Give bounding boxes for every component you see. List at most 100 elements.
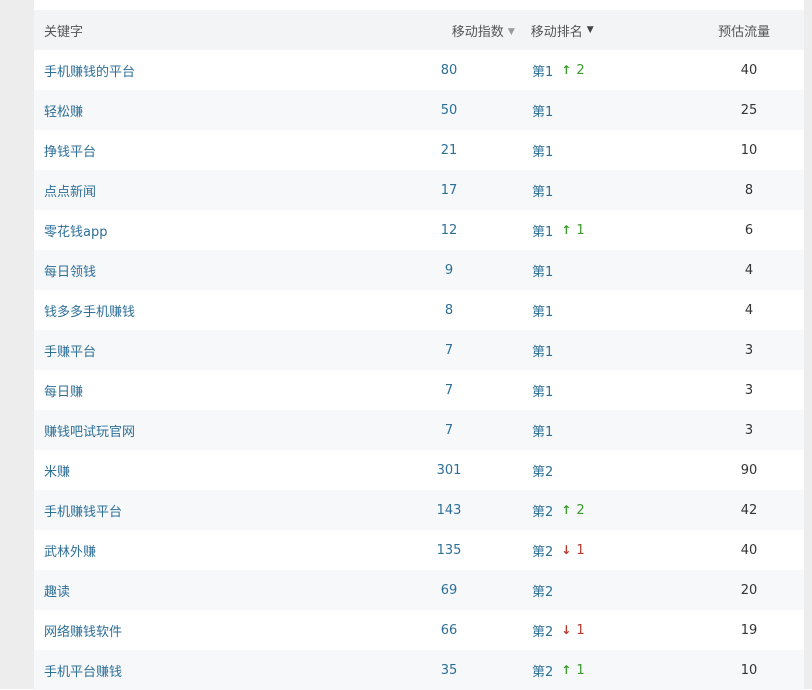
mobile-rank-cell: 第1 bbox=[524, 261, 694, 280]
keyword-link[interactable]: 挣钱平台 bbox=[44, 145, 96, 160]
header-mobile-rank[interactable]: 移动排名 ▼ bbox=[515, 21, 685, 40]
header-est-traffic: 预估流量 bbox=[718, 24, 771, 40]
est-traffic-cell: 10 bbox=[740, 142, 758, 158]
rank-value: 第1 bbox=[532, 64, 554, 80]
keyword-cell: 挣钱平台 bbox=[34, 141, 374, 160]
mobile-rank-cell: 第1 ↑ 1 bbox=[524, 221, 694, 240]
rank-value: 第2 bbox=[532, 544, 554, 560]
header-mobile-index[interactable]: 移动指数 ▼ bbox=[373, 21, 515, 40]
right-margin bbox=[804, 0, 812, 689]
keyword-link[interactable]: 每日赚 bbox=[44, 385, 83, 400]
est-traffic-cell: 25 bbox=[740, 102, 758, 118]
est-traffic-cell: 42 bbox=[740, 502, 758, 518]
keyword-link[interactable]: 米赚 bbox=[44, 465, 70, 480]
keyword-cell: 网络赚钱软件 bbox=[34, 621, 374, 640]
rank-value: 第2 bbox=[532, 584, 554, 600]
caret-down-icon[interactable]: ▼ bbox=[508, 27, 515, 37]
mobile-rank-cell: 第1 bbox=[524, 301, 694, 320]
est-traffic-cell: 20 bbox=[740, 582, 758, 598]
arrow-up-icon: ↑ bbox=[561, 63, 572, 77]
keyword-cell: 点点新闻 bbox=[34, 181, 374, 200]
rank-value: 第1 bbox=[532, 224, 554, 240]
rank-change-value: 2 bbox=[576, 62, 585, 78]
mobile-index-cell: 12 bbox=[440, 222, 458, 238]
est-traffic-cell: 3 bbox=[744, 422, 754, 438]
keyword-cell: 轻松赚 bbox=[34, 101, 374, 120]
arrow-up-icon: ↑ bbox=[561, 663, 572, 677]
table-row: 手机赚钱平台 143 第2 ↑ 2 42 bbox=[34, 490, 804, 530]
est-traffic-cell: 90 bbox=[740, 462, 758, 478]
keyword-cell: 米赚 bbox=[34, 461, 374, 480]
est-traffic-cell: 40 bbox=[740, 542, 758, 558]
table-row: 轻松赚 50 第1 25 bbox=[34, 90, 804, 130]
keyword-link[interactable]: 武林外赚 bbox=[44, 545, 96, 560]
rank-change: ↑ 2 bbox=[561, 63, 584, 78]
keyword-cell: 赚钱吧试玩官网 bbox=[34, 421, 374, 440]
keyword-cell: 钱多多手机赚钱 bbox=[34, 301, 374, 320]
mobile-index-cell: 66 bbox=[440, 622, 458, 638]
rank-value: 第1 bbox=[532, 344, 554, 360]
rank-change-value: 2 bbox=[576, 502, 585, 518]
mobile-index-cell: 69 bbox=[440, 582, 458, 598]
keyword-link[interactable]: 轻松赚 bbox=[44, 105, 83, 120]
keyword-link[interactable]: 每日领钱 bbox=[44, 265, 96, 280]
rank-change-value: 1 bbox=[576, 542, 585, 558]
keyword-link[interactable]: 网络赚钱软件 bbox=[44, 625, 122, 640]
rank-change: ↑ 1 bbox=[561, 223, 584, 238]
est-traffic-cell: 8 bbox=[744, 182, 754, 198]
mobile-rank-cell: 第1 ↑ 2 bbox=[524, 61, 694, 80]
rank-change: ↑ 2 bbox=[561, 503, 584, 518]
rank-value: 第1 bbox=[532, 264, 554, 280]
table-row: 手赚平台 7 第1 3 bbox=[34, 330, 804, 370]
keyword-ranking-panel: 关键字 移动指数 ▼ 移动排名 ▼ 预估流量 手机赚钱的平台 80 第1 ↑ 2 40 轻松赚 5… bbox=[0, 0, 812, 690]
est-traffic-cell: 40 bbox=[740, 62, 758, 78]
table-row: 米赚 301 第2 90 bbox=[34, 450, 804, 490]
table-row: 每日领钱 9 第1 4 bbox=[34, 250, 804, 290]
arrow-up-icon: ↑ bbox=[561, 223, 572, 237]
mobile-index-cell: 9 bbox=[444, 262, 454, 278]
mobile-index-cell: 50 bbox=[440, 102, 458, 118]
table-row: 武林外赚 135 第2 ↓ 1 40 bbox=[34, 530, 804, 570]
est-traffic-cell: 3 bbox=[744, 342, 754, 358]
mobile-rank-cell: 第1 bbox=[524, 181, 694, 200]
table-row: 赚钱吧试玩官网 7 第1 3 bbox=[34, 410, 804, 450]
mobile-rank-cell: 第1 bbox=[524, 141, 694, 160]
keyword-link[interactable]: 手机赚钱的平台 bbox=[44, 65, 135, 80]
est-traffic-cell: 4 bbox=[744, 262, 754, 278]
rank-value: 第1 bbox=[532, 104, 554, 120]
keyword-link[interactable]: 零花钱app bbox=[44, 225, 107, 240]
table-row: 点点新闻 17 第1 8 bbox=[34, 170, 804, 210]
mobile-index-cell: 17 bbox=[440, 182, 458, 198]
mobile-index-cell: 80 bbox=[440, 62, 458, 78]
keyword-link[interactable]: 趣读 bbox=[44, 585, 70, 600]
table-row: 网络赚钱软件 66 第2 ↓ 1 19 bbox=[34, 610, 804, 650]
rank-change: ↓ 1 bbox=[561, 623, 584, 638]
mobile-index-cell: 35 bbox=[440, 662, 458, 678]
keyword-table: 关键字 移动指数 ▼ 移动排名 ▼ 预估流量 手机赚钱的平台 80 第1 ↑ 2 40 轻松赚 5… bbox=[34, 10, 804, 690]
keyword-link[interactable]: 手赚平台 bbox=[44, 345, 96, 360]
mobile-rank-cell: 第2 bbox=[524, 461, 694, 480]
header-keyword: 关键字 bbox=[44, 24, 84, 40]
rank-value: 第1 bbox=[532, 184, 554, 200]
mobile-rank-cell: 第2 ↑ 2 bbox=[524, 501, 694, 520]
keyword-link[interactable]: 钱多多手机赚钱 bbox=[44, 305, 135, 320]
mobile-rank-cell: 第2 ↓ 1 bbox=[524, 621, 694, 640]
mobile-rank-cell: 第2 ↓ 1 bbox=[524, 541, 694, 560]
keyword-link[interactable]: 赚钱吧试玩官网 bbox=[44, 425, 135, 440]
mobile-index-cell: 135 bbox=[436, 542, 462, 558]
caret-down-icon[interactable]: ▼ bbox=[587, 25, 594, 35]
table-body: 手机赚钱的平台 80 第1 ↑ 2 40 轻松赚 50 第1 25 挣钱平台 21 第1 10 点点新闻 17… bbox=[34, 50, 804, 690]
rank-value: 第1 bbox=[532, 304, 554, 320]
keyword-link[interactable]: 手机赚钱平台 bbox=[44, 505, 122, 520]
mobile-index-cell: 7 bbox=[444, 382, 454, 398]
keyword-cell: 手机平台赚钱 bbox=[34, 661, 374, 680]
keyword-cell: 手机赚钱的平台 bbox=[34, 61, 374, 80]
mobile-index-cell: 143 bbox=[436, 502, 462, 518]
rank-value: 第2 bbox=[532, 624, 554, 640]
keyword-link[interactable]: 手机平台赚钱 bbox=[44, 665, 122, 680]
rank-value: 第1 bbox=[532, 144, 554, 160]
keyword-link[interactable]: 点点新闻 bbox=[44, 185, 96, 200]
arrow-up-icon: ↑ bbox=[561, 503, 572, 517]
rank-value: 第1 bbox=[532, 424, 554, 440]
est-traffic-cell: 4 bbox=[744, 302, 754, 318]
